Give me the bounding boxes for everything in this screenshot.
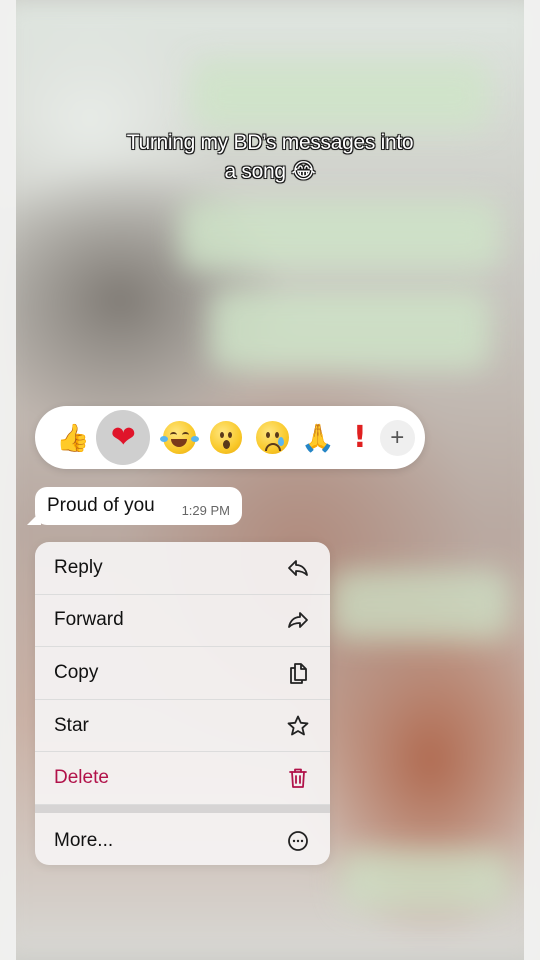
menu-item-copy[interactable]: Copy — [35, 647, 330, 700]
menu-item-star[interactable]: Star — [35, 700, 330, 753]
menu-separator — [35, 804, 330, 813]
laughing-face-reaction[interactable] — [160, 421, 199, 454]
thumbs-up-reaction[interactable]: 👍 — [51, 415, 95, 460]
heart-icon: ❤ — [110, 420, 136, 455]
copy-icon — [286, 661, 310, 685]
message-timestamp: 1:29 PM — [181, 502, 230, 518]
praying-hands-reaction[interactable]: 🙏 — [296, 415, 340, 460]
more-options-icon — [286, 829, 310, 853]
star-icon — [286, 714, 310, 738]
more-label: More... — [54, 829, 114, 851]
star-label: Star — [54, 714, 89, 736]
forward-label: Forward — [54, 609, 124, 631]
delete-label: Delete — [54, 767, 109, 789]
surprised-face-reaction[interactable] — [209, 421, 243, 454]
forward-icon — [286, 608, 310, 632]
crying-face-reaction[interactable] — [256, 421, 289, 454]
caption-line-2: a song 😂 — [224, 160, 316, 183]
reply-label: Reply — [54, 556, 103, 578]
menu-item-reply[interactable]: Reply — [35, 542, 330, 595]
trash-icon — [286, 766, 310, 790]
menu-item-forward[interactable]: Forward — [35, 595, 330, 648]
plus-icon: + — [390, 423, 405, 451]
caption-line-1: Turning my BD’s messages into — [126, 131, 414, 154]
message-bubble[interactable]: Proud of you 1:29 PM — [35, 487, 242, 525]
menu-item-delete[interactable]: Delete — [35, 752, 330, 805]
heart-reaction[interactable]: ❤ — [96, 410, 151, 465]
add-reaction-button[interactable]: + — [379, 419, 416, 456]
video-caption: Turning my BD’s messages into a song 😂 — [60, 128, 480, 186]
copy-label: Copy — [54, 661, 99, 683]
reaction-bar: 👍 ❤ 🙏 ! + — [35, 406, 425, 469]
menu-item-more[interactable]: More... — [35, 813, 330, 865]
reply-icon — [286, 556, 310, 580]
exclamation-reaction[interactable]: ! — [345, 415, 375, 460]
message-context-menu: Reply Forward Copy Star Delete More... — [35, 542, 330, 865]
message-text: Proud of you — [47, 495, 155, 516]
